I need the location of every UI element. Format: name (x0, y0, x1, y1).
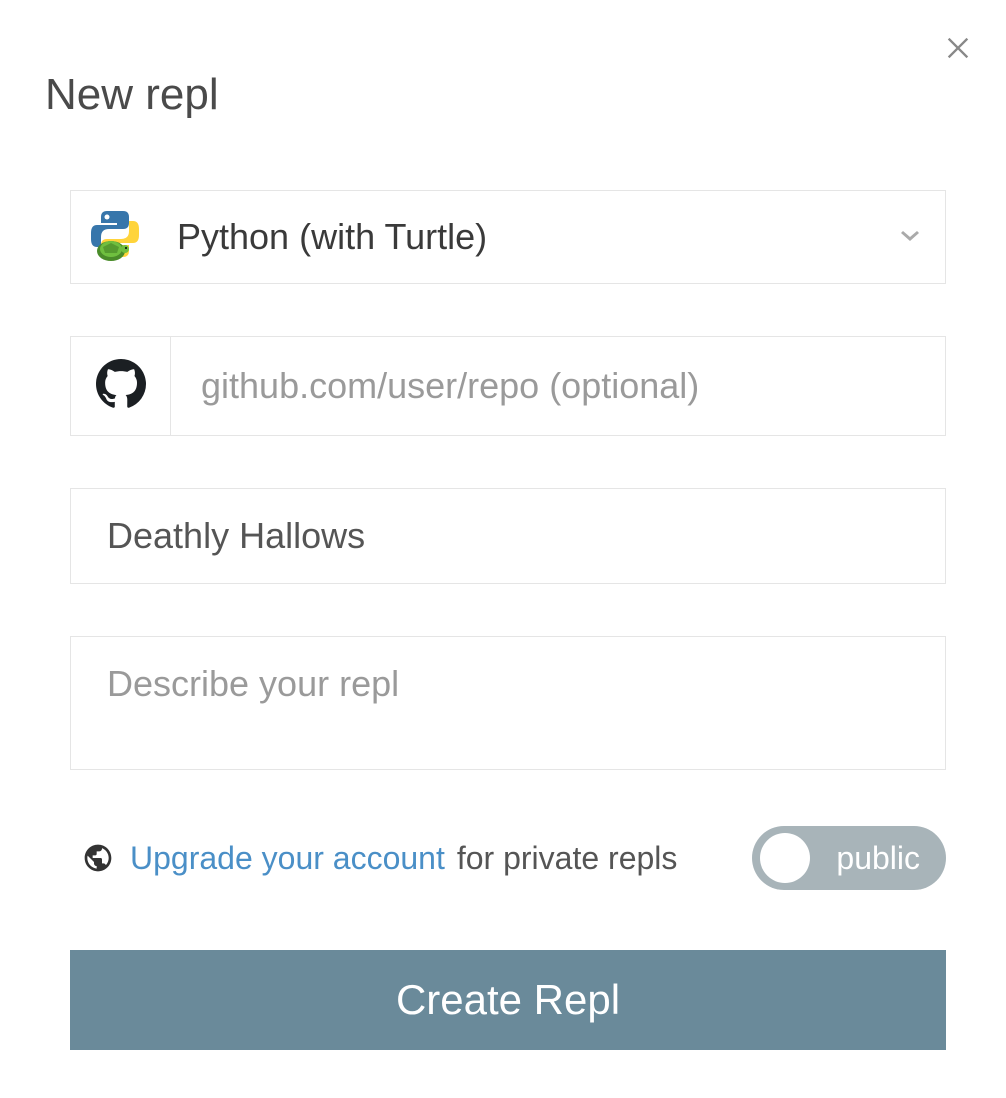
language-selected-label: Python (with Turtle) (167, 216, 875, 258)
toggle-knob (760, 833, 810, 883)
create-repl-button[interactable]: Create Repl (70, 950, 946, 1050)
github-icon-cell (71, 337, 171, 435)
repl-description-field (70, 636, 946, 770)
privacy-suffix-text: for private repls (457, 840, 678, 877)
language-icon-cell (71, 191, 167, 283)
modal-title: New repl (45, 70, 961, 120)
github-icon (96, 359, 146, 414)
repl-name-field (70, 488, 946, 584)
language-select[interactable]: Python (with Turtle) (70, 190, 946, 284)
github-repo-field (70, 336, 946, 436)
visibility-toggle[interactable]: public (752, 826, 946, 890)
privacy-row: Upgrade your account for private repls p… (70, 826, 946, 890)
upgrade-account-link[interactable]: Upgrade your account (130, 840, 445, 877)
globe-icon (82, 842, 114, 874)
github-repo-input[interactable] (171, 337, 945, 435)
repl-description-input[interactable] (71, 637, 945, 769)
close-icon (944, 34, 972, 62)
chevron-down-icon (875, 231, 945, 243)
repl-name-input[interactable] (71, 489, 945, 583)
python-turtle-icon (91, 209, 147, 265)
close-button[interactable] (940, 30, 976, 71)
toggle-label: public (836, 840, 920, 877)
